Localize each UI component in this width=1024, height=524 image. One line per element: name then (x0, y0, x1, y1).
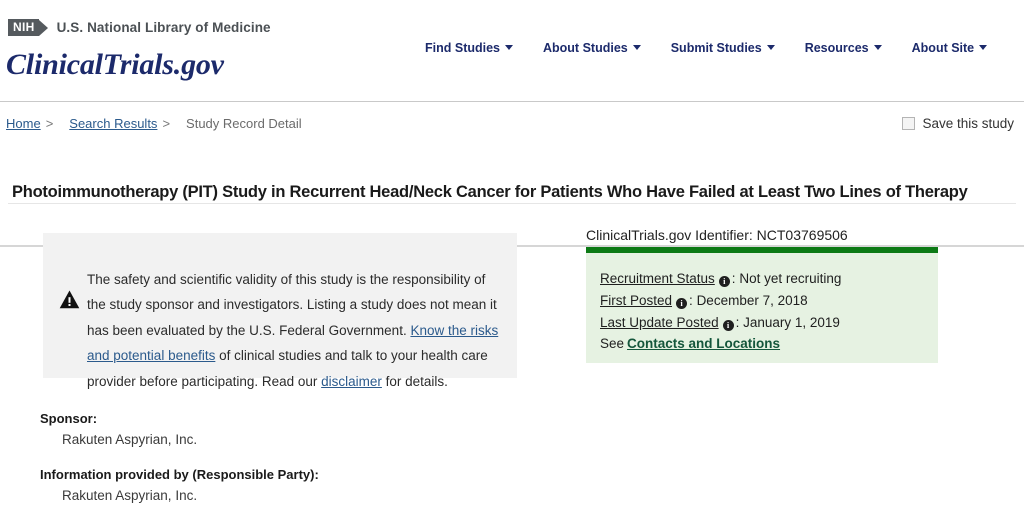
status-separator: : (689, 293, 693, 308)
save-this-study-control[interactable]: Save this study (902, 116, 1014, 131)
nih-logo-text: NIH (8, 19, 39, 36)
chevron-down-icon (505, 45, 513, 51)
chevron-down-icon (873, 45, 882, 51)
status-row-first-posted: First Posted i: December 7, 2018 (600, 290, 841, 311)
info-icon[interactable]: i (676, 298, 688, 309)
clinicaltrials-identifier: ClinicalTrials.gov Identifier: NCT037695… (586, 227, 848, 243)
first-posted-label[interactable]: First Posted (600, 293, 672, 308)
identifier-value: NCT03769506 (756, 227, 848, 243)
nav-label: Submit Studies (670, 41, 762, 55)
nav-label: Find Studies (425, 41, 500, 55)
breadcrumb-current: Study Record Detail (186, 116, 302, 131)
site-header: NIH U.S. National Library of Medicine Cl… (0, 0, 1024, 103)
disclaimer-link[interactable]: disclaimer (321, 374, 382, 389)
contacts-and-locations-link[interactable]: Contacts and Locations (627, 336, 780, 351)
recruitment-status-label[interactable]: Recruitment Status (600, 271, 715, 286)
status-row-last-update: Last Update Posted i: January 1, 2019 (600, 312, 841, 333)
title-divider (8, 203, 1016, 204)
header-divider (0, 101, 1024, 102)
sponsor-label: Sponsor: (40, 411, 98, 426)
last-update-posted-value: January 1, 2019 (743, 315, 840, 330)
agency-name: U.S. National Library of Medicine (56, 20, 271, 35)
breadcrumb: Home > Search Results > Study Record Det… (6, 116, 302, 131)
status-row-recruitment: Recruitment Status i: Not yet recruiting (600, 268, 841, 289)
site-wordmark[interactable]: ClinicalTrials.gov (6, 48, 224, 82)
warning-triangle-icon (59, 290, 80, 309)
breadcrumb-separator: > (45, 116, 54, 131)
contacts-and-locations-row: See Contacts and Locations (600, 336, 780, 351)
last-update-posted-label[interactable]: Last Update Posted (600, 315, 719, 330)
status-detail-list: Recruitment Status i: Not yet recruiting … (600, 268, 841, 334)
status-separator: : (735, 315, 740, 330)
nav-item-about-studies[interactable]: About Studies (543, 41, 663, 55)
disclaimer-text: The safety and scientific validity of th… (87, 267, 501, 395)
first-posted-value: December 7, 2018 (696, 293, 808, 308)
nav-label: About Site (911, 41, 975, 55)
breadcrumb-separator: > (162, 116, 171, 131)
recruitment-status-value: Not yet recruiting (739, 271, 842, 286)
breadcrumb-home[interactable]: Home (6, 116, 41, 131)
breadcrumb-bar: Home > Search Results > Study Record Det… (0, 103, 1024, 247)
info-icon[interactable]: i (722, 320, 734, 331)
status-separator: : (731, 271, 736, 286)
page-title: Photoimmunotherapy (PIT) Study in Recurr… (12, 183, 968, 202)
chevron-right-icon (38, 19, 48, 36)
disclaimer-box: The safety and scientific validity of th… (43, 233, 517, 389)
info-icon[interactable]: i (718, 276, 730, 287)
chevron-down-icon (979, 45, 988, 51)
nav-label: About Studies (543, 41, 628, 55)
nav-item-find-studies[interactable]: Find Studies (425, 41, 535, 55)
nav-item-submit-studies[interactable]: Submit Studies (671, 41, 797, 55)
nih-branding[interactable]: NIH U.S. National Library of Medicine (8, 18, 271, 37)
see-label: See (600, 336, 625, 351)
save-study-checkbox[interactable] (902, 117, 916, 130)
save-study-label: Save this study (922, 116, 1014, 131)
chevron-down-icon (632, 45, 641, 51)
sponsor-value: Rakuten Aspyrian, Inc. (62, 432, 198, 447)
chevron-down-icon (766, 45, 775, 51)
identifier-label: ClinicalTrials.gov Identifier: (586, 227, 753, 243)
nav-item-resources[interactable]: Resources (805, 41, 904, 55)
nih-logo-icon[interactable]: NIH (8, 18, 48, 37)
nav-label: Resources (804, 41, 869, 55)
breadcrumb-search-results[interactable]: Search Results (69, 116, 157, 131)
responsible-party-value: Rakuten Aspyrian, Inc. (62, 488, 198, 503)
sponsor-section: Sponsor: Rakuten Aspyrian, Inc. Informat… (40, 411, 510, 503)
responsible-party-label: Information provided by (Responsible Par… (40, 467, 319, 482)
nav-item-about-site[interactable]: About Site (912, 41, 1002, 55)
disclaimer-part-3: for details. (381, 373, 448, 389)
main-navigation: Find Studies About Studies Submit Studie… (425, 41, 1001, 55)
